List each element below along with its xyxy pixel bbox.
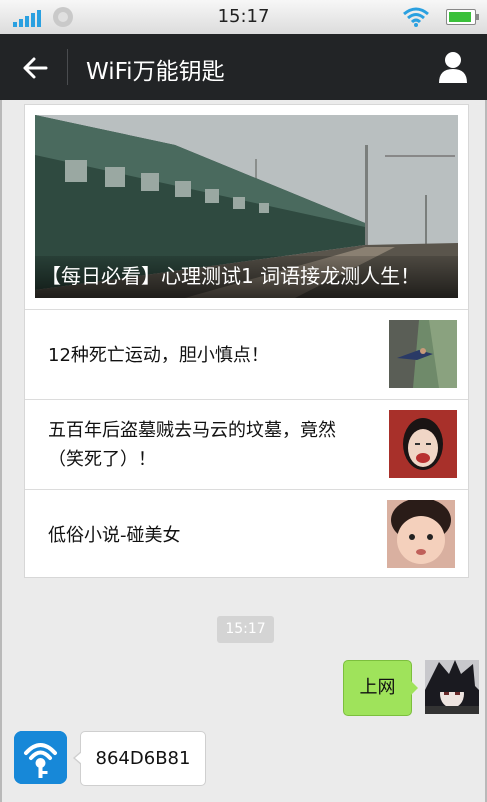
- back-arrow-icon[interactable]: [20, 53, 50, 83]
- article-list-item[interactable]: 五百年后盗墓贼去马云的坟墓，竟然（笑死了）！: [25, 399, 468, 489]
- cover-article-title: 【每日必看】心理测试1 词语接龙测人生！: [35, 256, 458, 298]
- article-card: 【每日必看】心理测试1 词语接龙测人生！ 12种死亡运动，胆小慎点！ 五百年后盗…: [24, 104, 469, 578]
- page-title: WiFi万能钥匙: [86, 59, 225, 85]
- header-divider: [67, 49, 68, 85]
- anime-avatar[interactable]: [425, 660, 479, 714]
- cover-article[interactable]: 【每日必看】心理测试1 词语接龙测人生！: [35, 115, 458, 298]
- article-list-item[interactable]: 低俗小说-碰美女: [25, 489, 468, 578]
- article-title: 低俗小说-碰美女: [48, 525, 181, 546]
- status-bar: 15:17: [0, 0, 487, 35]
- screen-frame-left: [0, 0, 2, 802]
- battery-icon: [446, 9, 479, 25]
- article-title: 五百年后盗墓贼去马云的坟墓，竟然（笑死了）！: [48, 420, 336, 470]
- little-girl-photo: [387, 500, 455, 568]
- laughing-woman-photo: [389, 410, 457, 478]
- user-profile-icon[interactable]: [438, 51, 468, 83]
- wifi-icon: [403, 7, 429, 27]
- incoming-message-bubble[interactable]: 864D6B81: [73, 731, 206, 786]
- cliff-jump-photo: [389, 320, 457, 388]
- article-title: 12种死亡运动，胆小慎点！: [48, 345, 269, 366]
- article-list-item[interactable]: 12种死亡运动，胆小慎点！: [25, 309, 468, 399]
- outgoing-message-bubble[interactable]: 上网: [343, 660, 418, 716]
- wifi-key-logo-icon[interactable]: [14, 731, 67, 784]
- app-header: WiFi万能钥匙: [0, 34, 487, 100]
- message-timestamp: 15:17: [217, 616, 274, 643]
